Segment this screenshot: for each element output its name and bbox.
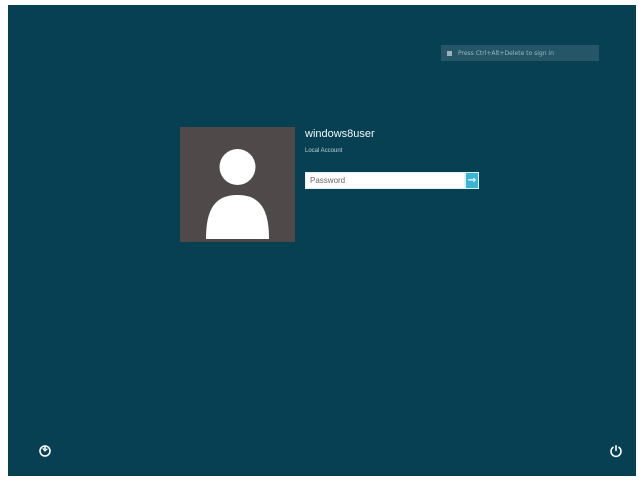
arrow-right-icon: → — [467, 175, 477, 186]
power-icon[interactable] — [609, 444, 623, 458]
account-type: Local Account — [305, 148, 343, 154]
password-input[interactable] — [305, 172, 465, 189]
password-form: → — [305, 172, 479, 189]
accessibility-icon-svg — [39, 445, 51, 457]
sign-in-notice: Press Ctrl+Alt+Delete to sign in — [441, 45, 599, 61]
power-icon-svg — [610, 445, 622, 458]
notice-icon — [447, 50, 452, 56]
user-avatar — [180, 127, 295, 242]
submit-button[interactable]: → — [465, 172, 479, 189]
notice-text: Press Ctrl+Alt+Delete to sign in — [458, 49, 554, 57]
avatar-icon — [206, 149, 269, 239]
login-screen: Press Ctrl+Alt+Delete to sign in windows… — [8, 5, 636, 476]
username: windows8user — [305, 128, 375, 140]
accessibility-icon[interactable] — [38, 444, 52, 458]
